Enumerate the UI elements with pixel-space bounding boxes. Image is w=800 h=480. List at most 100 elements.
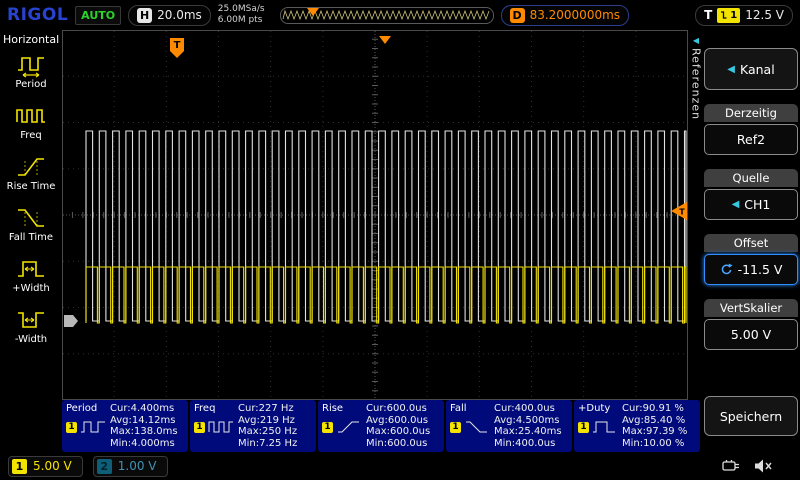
plus-duty-measure-icon [592, 419, 618, 435]
ref2-waveform [86, 131, 686, 321]
quelle-value-button[interactable]: ◀ CH1 [704, 189, 798, 220]
quelle-value: CH1 [744, 197, 770, 212]
sidebar-item-label: Period [15, 79, 46, 90]
sidebar-item-plus-width[interactable]: +Width [0, 256, 62, 294]
freq-icon [15, 103, 47, 129]
channel-status-bar: 1 5.00 V 2 1.00 V [0, 452, 800, 480]
derzeitig-value-button[interactable]: Ref2 [704, 124, 798, 155]
sidebar-item-freq[interactable]: Freq [0, 103, 62, 141]
trigger-indicator: T 1 12.5 V [695, 5, 793, 26]
trigger-source-channel: 1 [730, 10, 737, 21]
top-status-bar: RIGOL AUTO H 20.0ms 25.0MSa/s 6.00M pts … [0, 0, 800, 30]
source-channel-badge: 1 [578, 422, 589, 433]
trigger-delay-marker-icon[interactable] [379, 36, 391, 44]
measurement-period[interactable]: Period 1 Cur:4.400ms Avg:14.12ms Max:138… [62, 400, 188, 452]
avg-value: Avg:219 Hz [238, 415, 313, 427]
cur-value: Cur:600.0us [366, 403, 441, 415]
rise-measure-icon [336, 419, 362, 435]
ch1-scale-button[interactable]: 1 5.00 V [8, 456, 83, 477]
menu-tab-referenzen[interactable]: ◀ Referenzen [688, 30, 704, 400]
ch2-badge: 2 [97, 459, 112, 474]
speichern-label: Speichern [720, 409, 782, 424]
trigger-position-flag-icon[interactable]: T [170, 38, 184, 58]
svg-text:T: T [679, 208, 685, 217]
kanal-button[interactable]: ◀ Kanal [704, 48, 798, 90]
measurement-fall[interactable]: Fall 1 Cur:400.0us Avg:4.500ms Max:25.40… [446, 400, 572, 452]
vertskalier-value-button[interactable]: 5.00 V [704, 319, 798, 350]
acquisition-info: 25.0MSa/s 6.00M pts [218, 4, 265, 27]
sidebar-item-label: -Width [15, 334, 47, 345]
measurement-plus-duty[interactable]: +Duty 1 Cur:90.91 % Avg:85.40 % Max:97.3… [574, 400, 700, 452]
offset-value: -11.5 V [738, 262, 783, 277]
vertskalier-value: 5.00 V [731, 327, 771, 342]
max-value: Max:25.40ms [494, 426, 569, 438]
scope-display: T T [62, 30, 688, 400]
memory-depth: 6.00M pts [218, 15, 265, 26]
timebase-value: 20.0ms [157, 8, 202, 22]
memory-waveform-preview [281, 8, 493, 23]
measurement-label: +Duty [578, 403, 622, 414]
derzeitig-group: Derzeitig Ref2 [704, 104, 798, 155]
fall-measure-icon [464, 419, 490, 435]
max-value: Max:600.0us [366, 426, 441, 438]
cur-value: Cur:227 Hz [238, 403, 313, 415]
rise-time-icon [15, 154, 47, 180]
ch2-scale-button[interactable]: 2 1.00 V [93, 456, 168, 477]
sample-rate: 25.0MSa/s [218, 4, 265, 15]
ch1-badge: 1 [12, 459, 27, 474]
sidebar-item-fall-time[interactable]: Fall Time [0, 205, 62, 243]
measurement-label: Rise [322, 403, 366, 414]
max-value: Max:138.0ms [110, 426, 185, 438]
rigol-logo: RIGOL [7, 5, 68, 25]
period-icon [15, 52, 47, 78]
sidebar-item-label: Fall Time [9, 232, 53, 243]
sidebar-item-minus-width[interactable]: -Width [0, 307, 62, 345]
sidebar-item-label: Rise Time [7, 181, 56, 192]
source-channel-badge: 1 [450, 422, 461, 433]
min-value: Min:4.000ms [110, 438, 185, 450]
speichern-button[interactable]: Speichern [704, 396, 798, 436]
derzeitig-value: Ref2 [737, 132, 765, 147]
vertskalier-label: VertSkalier [704, 299, 798, 317]
sidebar-item-rise-time[interactable]: Rise Time [0, 154, 62, 192]
measurement-sidebar: Horizontal Period Freq Rise Time Fall Ti… [0, 30, 62, 452]
derzeitig-label: Derzeitig [704, 104, 798, 122]
ch1-scale-value: 5.00 V [33, 459, 72, 473]
h-key-badge: H [137, 8, 152, 23]
sidebar-item-period[interactable]: Period [0, 52, 62, 90]
source-channel-badge: 1 [194, 422, 205, 433]
quelle-label: Quelle [704, 169, 798, 187]
measurement-label: Period [66, 403, 110, 414]
ch2-scale-value: 1.00 V [118, 459, 157, 473]
period-measure-icon [80, 419, 106, 435]
measurement-rise[interactable]: Rise 1 Cur:600.0us Avg:600.0us Max:600.0… [318, 400, 444, 452]
delay-value: 83.2000000ms [530, 8, 620, 22]
horizontal-timebase-indicator: H 20.0ms [128, 5, 211, 26]
cur-value: Cur:4.400ms [110, 403, 185, 415]
min-value: Min:10.00 % [622, 438, 697, 450]
delay-indicator: D 83.2000000ms [501, 5, 629, 26]
min-value: Min:600.0us [366, 438, 441, 450]
source-channel-badge: 1 [322, 422, 333, 433]
source-channel-badge: 1 [66, 422, 77, 433]
trigger-level-marker-icon[interactable]: T [671, 202, 687, 220]
kanal-label: Kanal [740, 62, 775, 77]
ground-level-marker-icon[interactable] [64, 315, 78, 327]
measurement-freq[interactable]: Freq 1 Cur:227 Hz Avg:219 Hz Max:250 Hz … [190, 400, 316, 452]
measurement-label: Fall [450, 403, 494, 414]
trigger-key-label: T [704, 8, 712, 22]
status-icons [722, 459, 774, 473]
speaker-muted-icon [754, 459, 774, 473]
offset-value-button[interactable]: -11.5 V [704, 254, 798, 285]
min-value: Min:7.25 Hz [238, 438, 313, 450]
avg-value: Avg:85.40 % [622, 415, 697, 427]
left-menu-title: Horizontal [0, 30, 62, 52]
fall-time-icon [15, 205, 47, 231]
minus-width-icon [15, 307, 47, 333]
ch1-waveform [86, 267, 686, 323]
avg-value: Avg:4.500ms [494, 415, 569, 427]
max-value: Max:250 Hz [238, 426, 313, 438]
quelle-group: Quelle ◀ CH1 [704, 169, 798, 220]
avg-value: Avg:14.12ms [110, 415, 185, 427]
right-menu-panel: ◀ Kanal Derzeitig Ref2 Quelle ◀ CH1 Offs… [704, 30, 798, 452]
